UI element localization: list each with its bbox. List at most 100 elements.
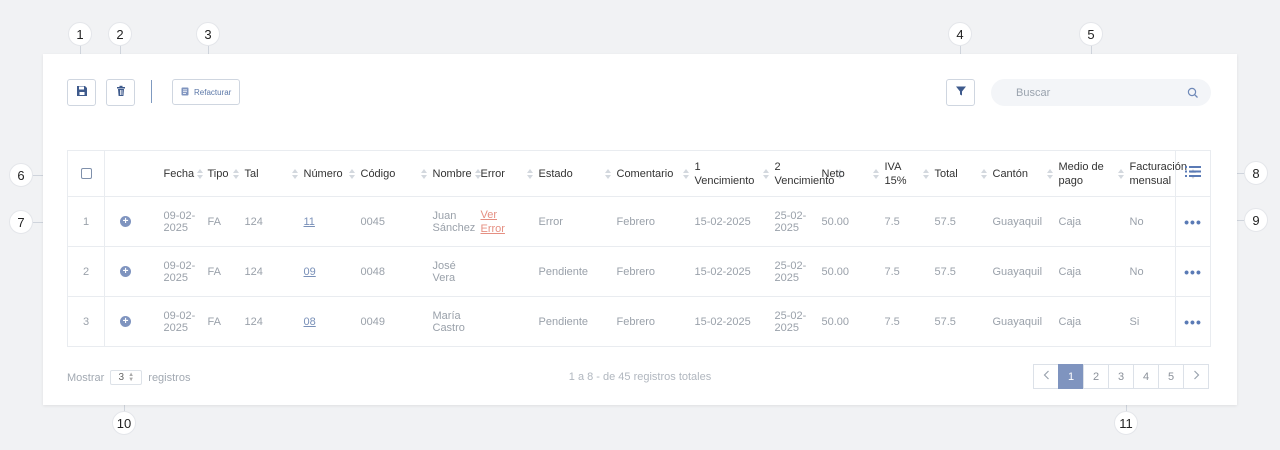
header-codigo[interactable]: Código	[356, 150, 429, 197]
page-button-4[interactable]: 4	[1133, 364, 1159, 389]
plus-circle-icon[interactable]: +	[120, 266, 131, 277]
cell-vencimiento-2: 25-02-2025	[770, 246, 818, 297]
sort-icon	[980, 168, 987, 179]
row-index: 2	[67, 246, 105, 297]
table-row[interactable]: 2 + 09-02-2025 FA 124 09 0048 José Vera …	[67, 246, 1211, 297]
save-button[interactable]	[67, 79, 96, 106]
cell-error: Ver Error	[476, 196, 535, 247]
header-neto[interactable]: Neto	[817, 150, 881, 197]
cell-codigo: 0045	[356, 196, 429, 247]
filter-icon	[955, 84, 967, 102]
sort-icon	[604, 168, 611, 179]
row-actions-cell: •••	[1175, 196, 1211, 247]
table-row[interactable]: 3 + 09-02-2025 FA 124 08 0049 María Cast…	[67, 296, 1211, 347]
cell-total: 57.5	[930, 196, 989, 247]
sort-icon	[197, 168, 204, 179]
sort-icon	[1046, 168, 1053, 179]
numero-link[interactable]: 11	[304, 216, 315, 228]
cell-error	[476, 296, 535, 347]
cell-medio-pago: Caja	[1054, 196, 1126, 247]
header-vencimiento-2[interactable]: 2 Vencimiento	[770, 150, 844, 197]
header-numero[interactable]: Número	[299, 150, 357, 197]
numero-link[interactable]: 08	[304, 316, 316, 328]
sort-icon	[922, 168, 929, 179]
callout-9: 9	[1244, 208, 1268, 232]
search-input[interactable]	[991, 79, 1211, 106]
callout-1: 1	[68, 22, 92, 46]
select-all-cell	[67, 150, 105, 197]
sort-icon	[348, 168, 355, 179]
cell-vencimiento-2: 25-02-2025	[770, 196, 818, 247]
callout-10: 10	[112, 411, 136, 435]
header-vencimiento-1[interactable]: 1 Vencimiento	[690, 150, 771, 197]
page-button-5[interactable]: 5	[1158, 364, 1184, 389]
row-index: 1	[67, 196, 105, 247]
table-row[interactable]: 1 + 09-02-2025 FA 124 11 0045 Juan Sánch…	[67, 196, 1211, 247]
header-comentario[interactable]: Comentario	[612, 150, 691, 197]
page-button-2[interactable]: 2	[1083, 364, 1109, 389]
expand-cell: +	[104, 296, 160, 347]
cell-vencimiento-1: 15-02-2025	[690, 246, 771, 297]
header-fecha[interactable]: Fecha	[159, 150, 204, 197]
header-tal[interactable]: Tal	[240, 150, 300, 197]
cell-vencimiento-1: 15-02-2025	[690, 196, 771, 247]
records-table: Fecha Tipo Tal Número Código Nombre Erro…	[67, 150, 1211, 347]
cell-tipo: FA	[203, 296, 241, 347]
plus-circle-icon[interactable]: +	[120, 316, 131, 327]
select-all-checkbox[interactable]	[80, 168, 92, 180]
plus-circle-icon[interactable]: +	[120, 216, 131, 227]
cell-neto: 50.00	[817, 246, 881, 297]
page-button-3[interactable]: 3	[1108, 364, 1134, 389]
header-error[interactable]: Error	[476, 150, 535, 197]
header-facturacion-mensual[interactable]: Facturación mensual	[1125, 150, 1196, 197]
callout-11: 11	[1114, 411, 1138, 435]
expand-cell: +	[104, 246, 160, 297]
header-total[interactable]: Total	[930, 150, 989, 197]
records-panel: Refacturar Fecha Tipo Tal Número Código …	[43, 54, 1237, 405]
row-index: 3	[67, 296, 105, 347]
callout-5: 5	[1079, 22, 1103, 46]
cell-facturacion-mensual: No	[1125, 196, 1176, 247]
callout-6: 6	[9, 163, 33, 187]
header-canton[interactable]: Cantón	[988, 150, 1055, 197]
view-error-link[interactable]: Ver Error	[481, 208, 505, 236]
cell-tal: 124	[240, 296, 300, 347]
refacturar-button[interactable]: Refacturar	[172, 79, 241, 105]
numero-link[interactable]: 09	[304, 266, 316, 278]
page-button-1[interactable]: 1	[1058, 364, 1084, 389]
sort-icon	[1117, 168, 1124, 179]
prev-page-button[interactable]	[1033, 364, 1059, 389]
search-icon[interactable]	[1187, 86, 1199, 104]
cell-estado: Error	[534, 196, 613, 247]
more-dots-icon[interactable]: •••	[1184, 314, 1202, 330]
list-icon[interactable]	[1185, 166, 1201, 181]
header-medio-pago[interactable]: Medio de pago	[1054, 150, 1126, 197]
refacturar-label: Refacturar	[194, 87, 232, 97]
column-settings-cell	[1175, 150, 1211, 197]
more-dots-icon[interactable]: •••	[1184, 214, 1202, 230]
next-page-button[interactable]	[1183, 364, 1209, 389]
cell-facturacion-mensual: No	[1125, 246, 1176, 297]
callout-7: 7	[9, 210, 33, 234]
cell-medio-pago: Caja	[1054, 296, 1126, 347]
header-iva[interactable]: IVA 15%	[880, 150, 931, 197]
more-dots-icon[interactable]: •••	[1184, 264, 1202, 280]
header-estado[interactable]: Estado	[534, 150, 613, 197]
callout-4: 4	[948, 22, 972, 46]
expand-cell: +	[104, 196, 160, 247]
row-actions-cell: •••	[1175, 296, 1211, 347]
cell-medio-pago: Caja	[1054, 246, 1126, 297]
save-icon	[76, 84, 88, 102]
header-nombre[interactable]: Nombre	[428, 150, 481, 197]
delete-button[interactable]	[106, 79, 135, 106]
document-icon	[181, 87, 189, 98]
cell-error	[476, 246, 535, 297]
cell-tipo: FA	[203, 196, 241, 247]
sort-icon	[420, 168, 427, 179]
cell-total: 57.5	[930, 296, 989, 347]
filter-button[interactable]	[946, 79, 975, 106]
cell-estado: Pendiente	[534, 246, 613, 297]
header-tipo[interactable]: Tipo	[203, 150, 241, 197]
cell-fecha: 09-02-2025	[159, 196, 204, 247]
sort-icon	[762, 168, 769, 179]
